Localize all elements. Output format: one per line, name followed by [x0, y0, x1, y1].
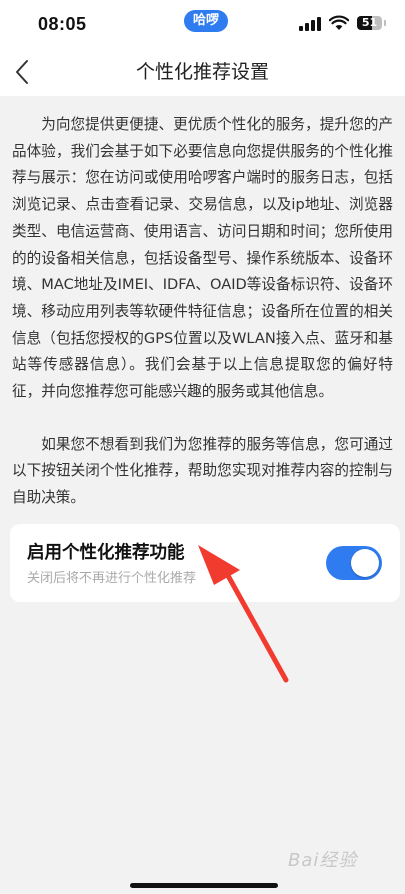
status-bar: 08:05 哈啰 51	[0, 0, 405, 48]
app-pill[interactable]: 哈啰	[184, 10, 229, 32]
description-paragraph-2: 如果您不想看到我们为您推荐的服务等信息，您可通过以下按钮关闭个性化推荐，帮助您实…	[12, 435, 393, 507]
description-paragraph-1: 为向您提供更便捷、更优质个性化的服务，提升您的产品体验，我们会基于如下必要信息向…	[12, 116, 393, 401]
personalization-toggle[interactable]	[326, 546, 382, 580]
chevron-left-icon[interactable]	[10, 56, 40, 88]
toggle-knob[interactable]	[351, 549, 379, 577]
nav-bar: 个性化推荐设置	[0, 48, 405, 96]
personalization-setting-card: 启用个性化推荐功能 关闭后将不再进行个性化推荐	[10, 524, 400, 602]
home-indicator[interactable]	[130, 883, 278, 888]
status-time: 08:05	[38, 14, 87, 34]
signal-icon	[299, 17, 321, 31]
battery-level: 51	[361, 16, 378, 29]
setting-title: 启用个性化推荐功能	[27, 543, 185, 563]
description-text: 为向您提供更便捷、更优质个性化的服务，提升您的产品体验，我们会基于如下必要信息向…	[12, 112, 393, 512]
setting-subtitle: 关闭后将不再进行个性化推荐	[27, 571, 197, 586]
page-title: 个性化推荐设置	[135, 61, 269, 83]
watermark-logo: Bai经验	[288, 850, 358, 871]
battery-icon: 51	[357, 16, 382, 30]
wifi-icon	[329, 15, 349, 30]
